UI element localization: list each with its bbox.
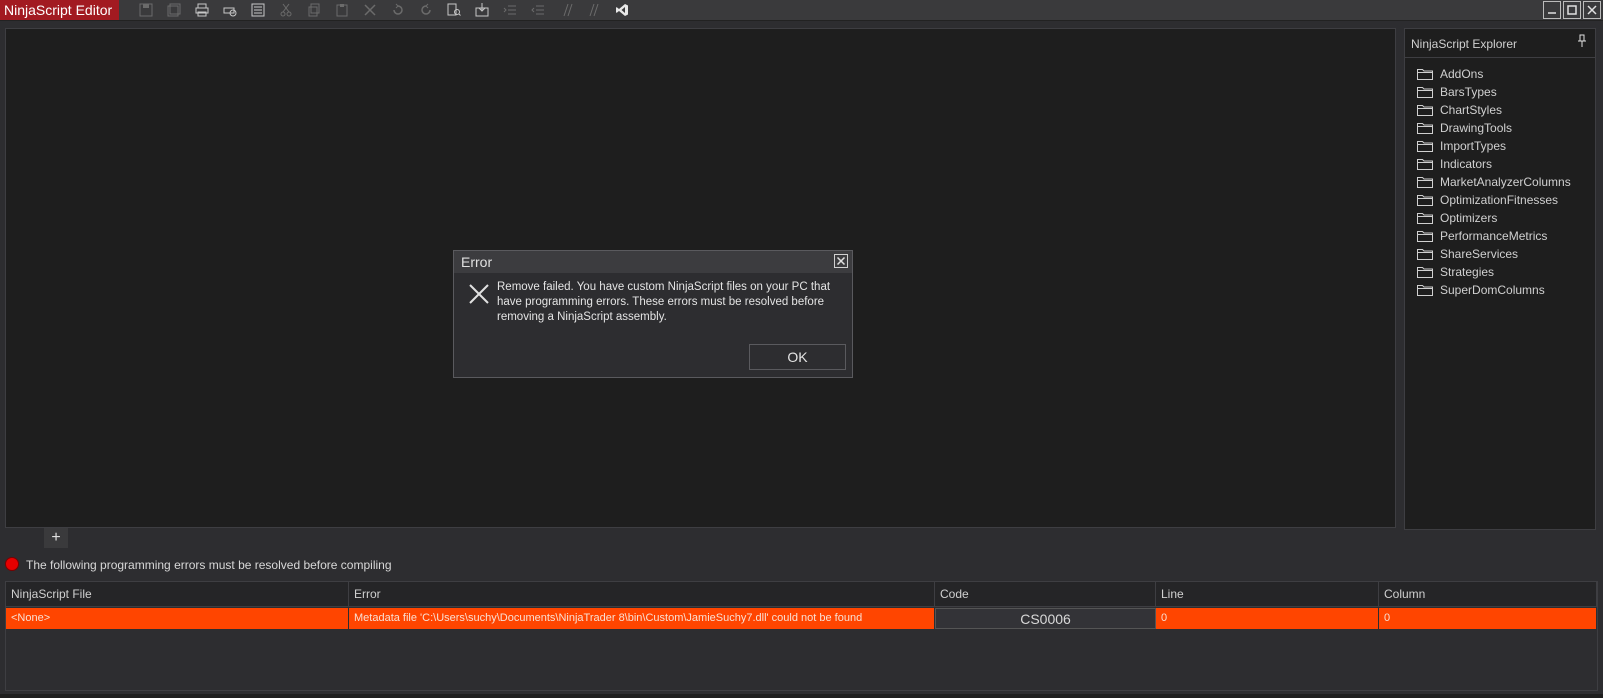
folder-icon <box>1417 248 1433 260</box>
save-icon[interactable] <box>138 2 154 18</box>
explorer-title: NinjaScript Explorer <box>1411 37 1518 51</box>
folder-label: BarsTypes <box>1440 85 1497 99</box>
folder-icon <box>1417 140 1433 152</box>
folder-item[interactable]: Indicators <box>1417 155 1571 173</box>
delete-icon[interactable] <box>362 2 378 18</box>
error-grid-header: NinjaScript File Error Code Line Column <box>6 582 1597 607</box>
folder-icon <box>1417 194 1433 206</box>
explorer-header: NinjaScript Explorer <box>1405 29 1595 58</box>
folder-icon <box>1417 68 1433 80</box>
folder-item[interactable]: DrawingTools <box>1417 119 1571 137</box>
folder-label: ShareServices <box>1440 247 1519 261</box>
folder-icon <box>1417 158 1433 170</box>
folder-label: PerformanceMetrics <box>1440 229 1548 243</box>
copy-icon[interactable] <box>306 2 322 18</box>
column-header-line[interactable]: Line <box>1156 582 1379 606</box>
folder-label: Strategies <box>1440 265 1495 279</box>
indent-icon[interactable] <box>502 2 518 18</box>
folder-icon <box>1417 212 1433 224</box>
dialog-close-button[interactable] <box>834 254 848 268</box>
folder-icon <box>1417 266 1433 278</box>
folder-item[interactable]: AddOns <box>1417 65 1571 83</box>
error-grid: NinjaScript File Error Code Line Column … <box>5 581 1598 691</box>
folder-label: Indicators <box>1440 157 1493 171</box>
error-x-icon <box>469 284 489 304</box>
cut-icon[interactable] <box>278 2 294 18</box>
uncomment-icon[interactable] <box>586 2 602 18</box>
folder-item[interactable]: BarsTypes <box>1417 83 1571 101</box>
folder-item[interactable]: Strategies <box>1417 263 1571 281</box>
explorer-tree: AddOns BarsTypes ChartStyles DrawingTool… <box>1417 65 1571 299</box>
maximize-button[interactable] <box>1563 1 1581 19</box>
redo-icon[interactable] <box>418 2 434 18</box>
folder-icon <box>1417 104 1433 116</box>
pin-icon[interactable] <box>1577 34 1587 48</box>
folder-label: AddOns <box>1440 67 1484 81</box>
print-icon[interactable] <box>194 2 210 18</box>
comment-icon[interactable] <box>558 2 574 18</box>
error-indicator-icon <box>5 557 19 571</box>
folder-item[interactable]: OptimizationFitnesses <box>1417 191 1571 209</box>
app-title: NinjaScript Editor <box>0 0 120 20</box>
dialog-title-bar[interactable]: Error <box>454 251 852 273</box>
undo-icon[interactable] <box>390 2 406 18</box>
column-header-file[interactable]: NinjaScript File <box>6 582 349 606</box>
add-tab-button[interactable]: + <box>44 528 68 548</box>
folder-label: OptimizationFitnesses <box>1440 193 1559 207</box>
table-row[interactable]: <None> Metadata file 'C:\Users\suchy\Doc… <box>6 608 1597 629</box>
folder-item[interactable]: ShareServices <box>1417 245 1571 263</box>
folder-icon <box>1417 122 1433 134</box>
close-icon <box>836 256 846 266</box>
folder-item[interactable]: ImportTypes <box>1417 137 1571 155</box>
column-header-column[interactable]: Column <box>1379 582 1597 606</box>
cell-error: Metadata file 'C:\Users\suchy\Documents\… <box>349 608 935 629</box>
compile-icon[interactable] <box>474 2 490 18</box>
folder-label: ChartStyles <box>1440 103 1503 117</box>
dialog-message: Remove failed. You have custom NinjaScri… <box>497 281 831 323</box>
paste-icon[interactable] <box>334 2 350 18</box>
folder-icon <box>1417 176 1433 188</box>
folder-item[interactable]: SuperDomColumns <box>1417 281 1571 299</box>
folder-item[interactable]: PerformanceMetrics <box>1417 227 1571 245</box>
close-button[interactable] <box>1583 1 1601 19</box>
outdent-icon[interactable] <box>530 2 546 18</box>
column-header-code[interactable]: Code <box>935 582 1156 606</box>
column-header-error[interactable]: Error <box>349 582 935 606</box>
status-strip <box>0 694 1603 698</box>
ninjascript-explorer: NinjaScript Explorer AddOns BarsTypes Ch… <box>1404 28 1596 530</box>
folder-label: DrawingTools <box>1440 121 1513 135</box>
visual-studio-icon[interactable] <box>614 2 630 18</box>
folder-label: SuperDomColumns <box>1440 283 1545 297</box>
folder-label: MarketAnalyzerColumns <box>1440 175 1571 189</box>
cell-column: 0 <box>1379 608 1597 629</box>
find-icon[interactable] <box>446 2 462 18</box>
folder-icon <box>1417 284 1433 296</box>
dialog-title: Error <box>461 254 493 270</box>
properties-icon[interactable] <box>250 2 266 18</box>
folder-label: Optimizers <box>1440 211 1498 225</box>
folder-label: ImportTypes <box>1440 139 1507 153</box>
folder-item[interactable]: MarketAnalyzerColumns <box>1417 173 1571 191</box>
toolbar <box>138 2 642 18</box>
cell-line: 0 <box>1156 608 1379 629</box>
window-controls <box>1543 1 1601 19</box>
folder-item[interactable]: Optimizers <box>1417 209 1571 227</box>
error-dialog: Error Remove failed. You have custom Nin… <box>453 250 853 378</box>
error-status-message: The following programming errors must be… <box>26 558 392 572</box>
ok-button[interactable]: OK <box>749 344 846 370</box>
title-bar: NinjaScript Editor <box>0 0 1603 21</box>
folder-item[interactable]: ChartStyles <box>1417 101 1571 119</box>
minimize-button[interactable] <box>1543 1 1561 19</box>
folder-icon <box>1417 230 1433 242</box>
print-preview-icon[interactable] <box>222 2 238 18</box>
cell-file: <None> <box>6 608 349 629</box>
cell-code[interactable]: CS0006 <box>935 608 1156 629</box>
folder-icon <box>1417 86 1433 98</box>
save-all-icon[interactable] <box>166 2 182 18</box>
